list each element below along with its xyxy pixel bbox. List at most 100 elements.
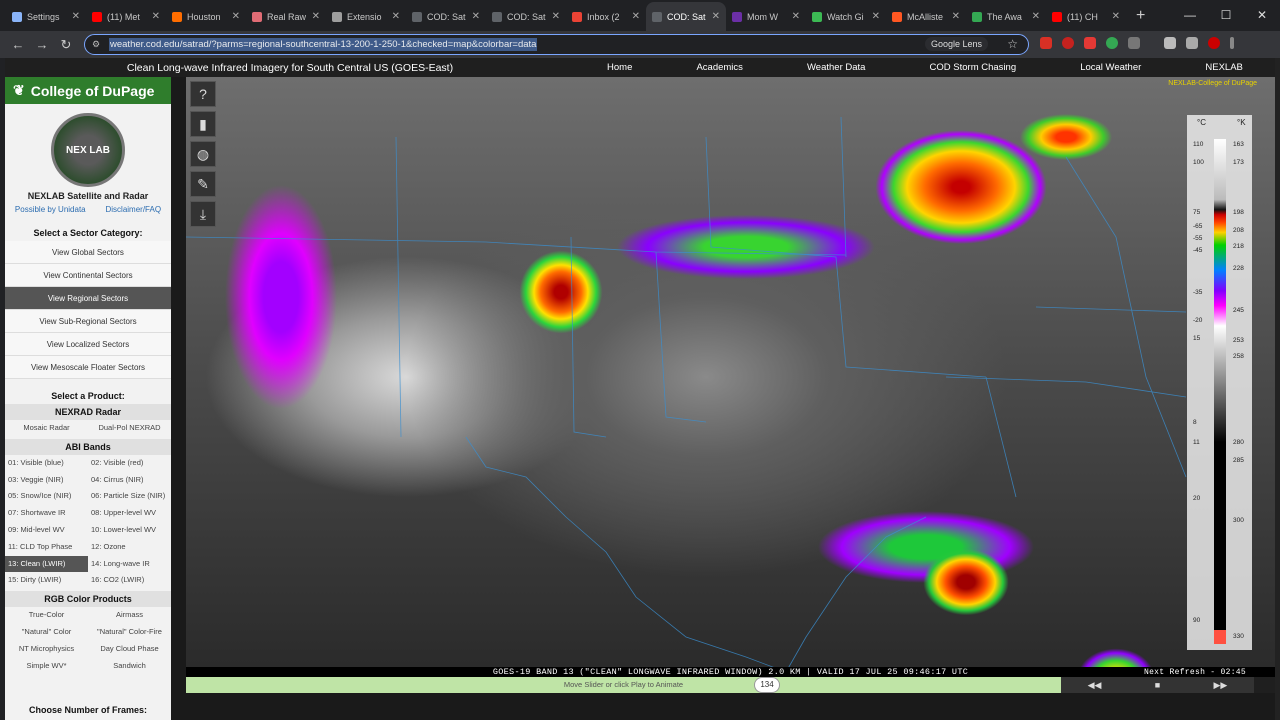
sector-item[interactable]: View Sub-Regional Sectors	[5, 310, 171, 333]
college-logo[interactable]: ❦ College of DuPage	[5, 77, 171, 104]
close-tab-icon[interactable]: ✕	[952, 11, 960, 22]
browser-tab[interactable]: Settings ✕	[6, 2, 86, 31]
abi-band-item[interactable]: 10: Lower-level WV	[88, 522, 171, 539]
abi-band-item[interactable]: 11: CLD Top Phase	[5, 539, 88, 556]
sector-item[interactable]: View Continental Sectors	[5, 264, 171, 287]
download-icon[interactable]: ⤓	[190, 201, 216, 227]
abi-band-item[interactable]: 12: Ozone	[88, 539, 171, 556]
abi-band-item[interactable]: 09: Mid-level WV	[5, 522, 88, 539]
puzzle-icon[interactable]	[1128, 37, 1140, 49]
abi-band-item[interactable]: 16: CO2 (LWIR)	[88, 572, 171, 589]
rgb-product-item[interactable]: True-Color	[5, 607, 88, 624]
step-back-button[interactable]: ◀◀	[1088, 680, 1102, 691]
menu-home[interactable]: Home	[607, 62, 632, 73]
stop-button[interactable]: ■	[1155, 680, 1160, 690]
flashlight-icon[interactable]: ▮	[190, 111, 216, 137]
maximize-button[interactable]: ☐	[1208, 0, 1244, 30]
rgb-product-item[interactable]: NT Microphysics	[5, 641, 88, 658]
rgb-product-item[interactable]: Airmass	[88, 607, 171, 624]
new-tab-button[interactable]: +	[1126, 7, 1155, 31]
browser-tab[interactable]: (11) CH ✕	[1046, 2, 1126, 31]
close-tab-icon[interactable]: ✕	[232, 11, 240, 22]
more-menu-icon[interactable]	[1230, 37, 1234, 49]
extension-icon[interactable]	[1040, 37, 1052, 49]
abi-band-item[interactable]: 14: Long-wave IR	[88, 556, 171, 573]
mosaic-radar-link[interactable]: Mosaic Radar	[5, 420, 88, 437]
abi-band-item[interactable]: 04: Cirrus (NIR)	[88, 472, 171, 489]
reload-icon[interactable]: ↻	[54, 37, 78, 53]
abi-band-item[interactable]: 03: Veggie (NIR)	[5, 472, 88, 489]
rgb-product-item[interactable]: "Natural" Color-Fire	[88, 624, 171, 641]
browser-tab[interactable]: Watch Gi ✕	[806, 2, 886, 31]
close-tab-icon[interactable]: ✕	[392, 11, 400, 22]
menu-nexlab[interactable]: NEXLAB	[1205, 62, 1243, 73]
draw-icon[interactable]: ✎	[190, 171, 216, 197]
address-bar[interactable]: ⚙ weather.cod.edu/satrad/?parms=regional…	[84, 34, 1029, 55]
abi-band-item[interactable]: 08: Upper-level WV	[88, 505, 171, 522]
abi-band-item[interactable]: 02: Visible (red)	[88, 455, 171, 472]
close-tab-icon[interactable]: ✕	[792, 11, 800, 22]
profile-icon[interactable]	[1164, 37, 1176, 49]
browser-tab[interactable]: Real Raw ✕	[246, 2, 326, 31]
browser-tab[interactable]: Extensio ✕	[326, 2, 406, 31]
extension-icon[interactable]	[1106, 37, 1118, 49]
browser-tab[interactable]: COD: Sat ✕	[646, 2, 726, 31]
browser-tab[interactable]: Inbox (2 ✕	[566, 2, 646, 31]
browser-tab[interactable]: Houston ✕	[166, 2, 246, 31]
satellite-image[interactable]: NEXLAB-College of DuPage °C °K 110 100 75 -…	[186, 77, 1275, 674]
globe-icon[interactable]: ◍	[190, 141, 216, 167]
menu-academics[interactable]: Academics	[696, 62, 742, 73]
close-tab-icon[interactable]: ✕	[1112, 11, 1120, 22]
browser-tab[interactable]: Mom W ✕	[726, 2, 806, 31]
close-tab-icon[interactable]: ✕	[872, 11, 880, 22]
close-window-button[interactable]: ✕	[1244, 0, 1280, 30]
disclaimer-link[interactable]: Disclaimer/FAQ	[106, 205, 162, 214]
close-tab-icon[interactable]: ✕	[552, 11, 560, 22]
abi-band-item[interactable]: 01: Visible (blue)	[5, 455, 88, 472]
forward-icon[interactable]: →	[30, 37, 54, 52]
menu-local-weather[interactable]: Local Weather	[1080, 62, 1141, 73]
help-icon[interactable]: ?	[190, 81, 216, 107]
sector-item[interactable]: View Mesoscale Floater Sectors	[5, 356, 171, 379]
menu-weather-data[interactable]: Weather Data	[807, 62, 865, 73]
abi-band-item[interactable]: 13: Clean (LWIR)	[5, 555, 88, 573]
menu-storm-chasing[interactable]: COD Storm Chasing	[930, 62, 1017, 73]
browser-tab[interactable]: McAlliste ✕	[886, 2, 966, 31]
step-forward-button[interactable]: ▶▶	[1213, 680, 1227, 691]
close-tab-icon[interactable]: ✕	[312, 11, 320, 22]
abi-band-item[interactable]: 07: Shortwave IR	[5, 505, 88, 522]
sector-item[interactable]: View Localized Sectors	[5, 333, 171, 356]
back-icon[interactable]: ←	[6, 37, 30, 52]
rgb-product-item[interactable]: Day Cloud Phase	[88, 641, 171, 658]
minimize-button[interactable]: —	[1172, 0, 1208, 30]
close-tab-icon[interactable]: ✕	[632, 11, 640, 22]
browser-tab[interactable]: The Awa ✕	[966, 2, 1046, 31]
extension-icon[interactable]	[1084, 37, 1096, 49]
unidata-link[interactable]: Possible by Unidata	[15, 205, 86, 214]
menu-icon[interactable]	[1186, 37, 1198, 49]
page-scrollbar[interactable]	[1275, 58, 1280, 720]
close-tab-icon[interactable]: ✕	[1032, 11, 1040, 22]
browser-tab[interactable]: (11) Met ✕	[86, 2, 166, 31]
close-tab-icon[interactable]: ✕	[72, 11, 80, 22]
dual-pol-link[interactable]: Dual-Pol NEXRAD	[88, 420, 171, 437]
google-lens-button[interactable]: Google Lens	[924, 37, 988, 51]
abi-band-item[interactable]: 06: Particle Size (NIR)	[88, 488, 171, 505]
sector-item[interactable]: View Global Sectors	[5, 241, 171, 264]
avatar[interactable]	[1208, 37, 1220, 49]
rgb-product-item[interactable]: Simple WV*	[5, 658, 88, 675]
browser-tab[interactable]: COD: Sat ✕	[486, 2, 566, 31]
browser-tab[interactable]: COD: Sat ✕	[406, 2, 486, 31]
url-text[interactable]: weather.cod.edu/satrad/?parms=regional-s…	[109, 38, 538, 51]
rgb-product-item[interactable]: "Natural" Color	[5, 624, 88, 641]
close-tab-icon[interactable]: ✕	[152, 11, 160, 22]
sector-item[interactable]: View Regional Sectors	[5, 287, 171, 310]
close-tab-icon[interactable]: ✕	[712, 11, 720, 22]
bookmark-star-icon[interactable]: ☆	[1007, 37, 1018, 51]
animation-slider[interactable]: Move Slider or click Play to Animate 134	[186, 677, 1061, 693]
close-tab-icon[interactable]: ✕	[472, 11, 480, 22]
site-info-icon[interactable]: ⚙	[92, 39, 100, 50]
abi-band-item[interactable]: 15: Dirty (LWIR)	[5, 572, 88, 589]
abi-band-item[interactable]: 05: Snow/Ice (NIR)	[5, 488, 88, 505]
slider-knob[interactable]: 134	[754, 677, 780, 693]
